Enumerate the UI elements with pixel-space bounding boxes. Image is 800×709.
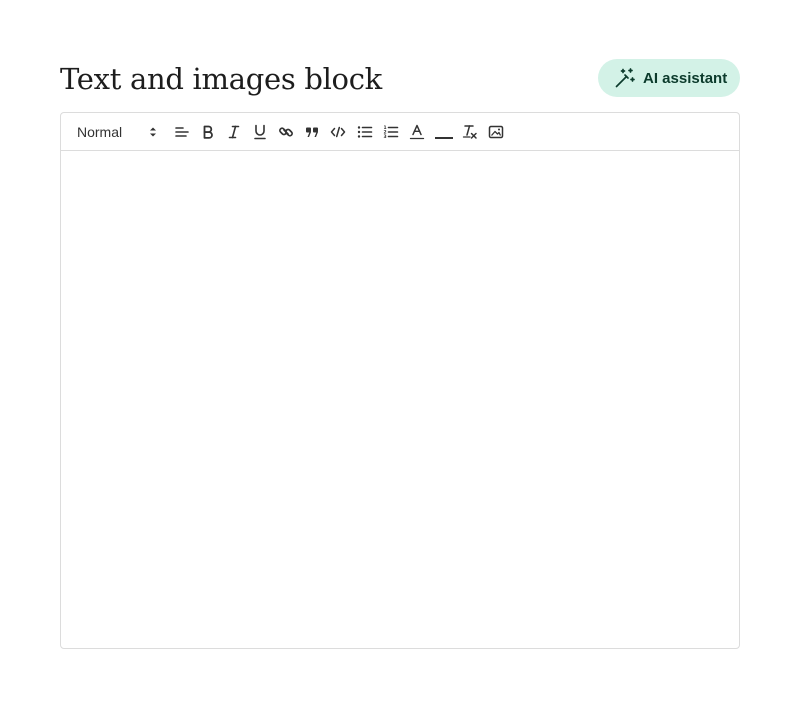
quote-icon <box>305 126 319 138</box>
editor-content-area[interactable] <box>61 151 739 648</box>
ordered-list-button[interactable]: 1 2 3 <box>379 119 403 145</box>
align-left-icon <box>174 125 190 139</box>
ai-assistant-button[interactable]: AI assistant <box>598 59 740 97</box>
underline-icon <box>253 124 267 140</box>
align-button[interactable] <box>170 119 194 145</box>
background-color-button[interactable] <box>431 119 457 145</box>
clear-format-button[interactable] <box>458 119 482 145</box>
magic-wand-icon <box>614 67 636 89</box>
insert-image-button[interactable] <box>484 119 508 145</box>
text-color-button[interactable] <box>405 119 429 145</box>
text-color-icon <box>409 124 425 140</box>
numbered-list-icon: 1 2 3 <box>383 125 399 139</box>
clear-format-icon <box>462 124 478 140</box>
block-title: Text and images block <box>60 62 382 96</box>
bold-button[interactable] <box>196 119 220 145</box>
bold-icon <box>201 125 215 139</box>
image-icon <box>488 125 504 139</box>
code-icon <box>330 126 346 138</box>
underline-button[interactable] <box>248 119 272 145</box>
format-select-value: Normal <box>77 124 123 140</box>
editor-toolbar: Normal 1 2 3 <box>61 113 739 151</box>
code-button[interactable] <box>326 119 350 145</box>
ai-assistant-label: AI assistant <box>643 69 728 87</box>
rich-text-editor: Normal 1 2 3 <box>60 112 740 649</box>
italic-button[interactable] <box>222 119 246 145</box>
bullet-list-icon <box>357 125 373 139</box>
svg-text:3: 3 <box>384 134 387 139</box>
highlight-color-icon <box>434 124 454 140</box>
link-icon <box>278 124 294 140</box>
blockquote-button[interactable] <box>300 119 324 145</box>
format-select[interactable]: Normal <box>69 118 161 146</box>
italic-icon <box>227 125 241 139</box>
bullet-list-button[interactable] <box>353 119 377 145</box>
select-arrows-icon <box>148 125 158 139</box>
link-button[interactable] <box>274 119 298 145</box>
